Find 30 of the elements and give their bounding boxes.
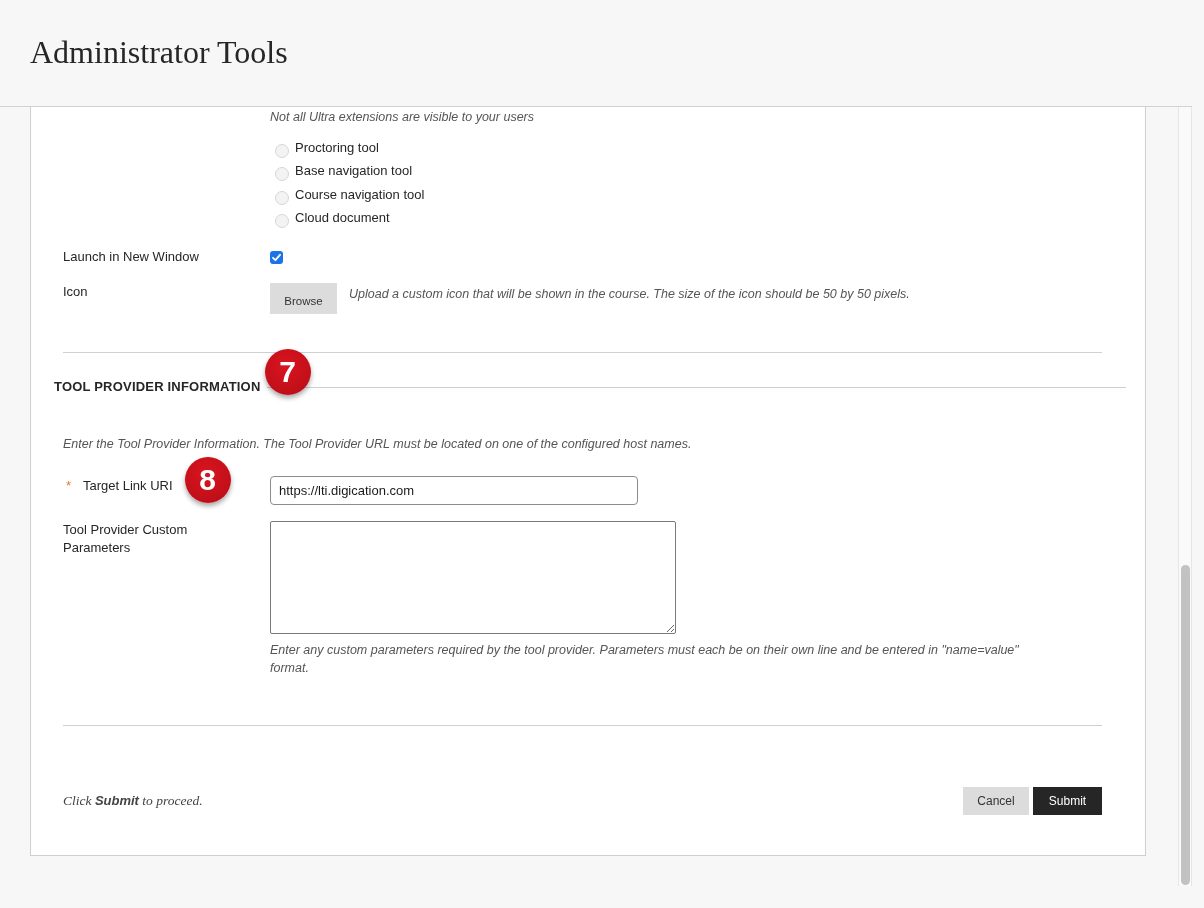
radio-label: Proctoring tool <box>295 138 379 157</box>
field-label: Launch in New Window <box>63 248 199 266</box>
parameters-textarea[interactable] <box>270 521 676 634</box>
section-heading: TOOL PROVIDER INFORMATION <box>54 378 261 396</box>
required-asterisk: * <box>65 477 73 495</box>
radio-button[interactable] <box>275 214 289 229</box>
checkbox[interactable] <box>270 251 283 264</box>
page-title: Administrator Tools <box>30 33 288 72</box>
field-label: Icon <box>63 283 88 301</box>
section-instructions: Enter the Tool Provider Information. The Tool Provider URL must be located on one of the configured host names. <box>63 436 693 453</box>
field-label: Tool Provider Custom Parameters <box>63 521 189 557</box>
submit-prompt: Click Submit to proceed. <box>63 792 203 810</box>
field-hint: Enter any custom parameters required by the tool provider. Parameters must each be on their own line and be entered in "name=value" format. <box>270 642 1020 677</box>
cancel-button[interactable]: Cancel <box>963 787 1029 815</box>
scrollbar-thumb[interactable] <box>1180 565 1190 885</box>
radio-label: Cloud document <box>295 209 390 228</box>
radio-label: Course navigation tool <box>295 185 425 204</box>
step-marker: 7 <box>264 349 311 395</box>
submit-button[interactable]: Submit <box>1033 787 1102 815</box>
icon-hint: Upload a custom icon that will be shown in the course. The size of the icon should be 50 by 50 pixels. <box>349 286 910 303</box>
radio-label: Base navigation tool <box>295 162 413 181</box>
extensions-note: Not all Ultra extensions are visible to your users <box>270 109 534 126</box>
url-input-field[interactable]: https://lti.digication.com <box>270 476 638 505</box>
field-label: Target Link URI <box>83 477 173 495</box>
radio-button[interactable] <box>275 143 289 158</box>
radio-button[interactable] <box>275 167 289 182</box>
step-marker: 8 <box>184 457 231 503</box>
scrollbar-track[interactable] <box>1178 107 1192 886</box>
browse-button[interactable]: Browse <box>270 283 337 314</box>
radio-button[interactable] <box>275 190 289 205</box>
